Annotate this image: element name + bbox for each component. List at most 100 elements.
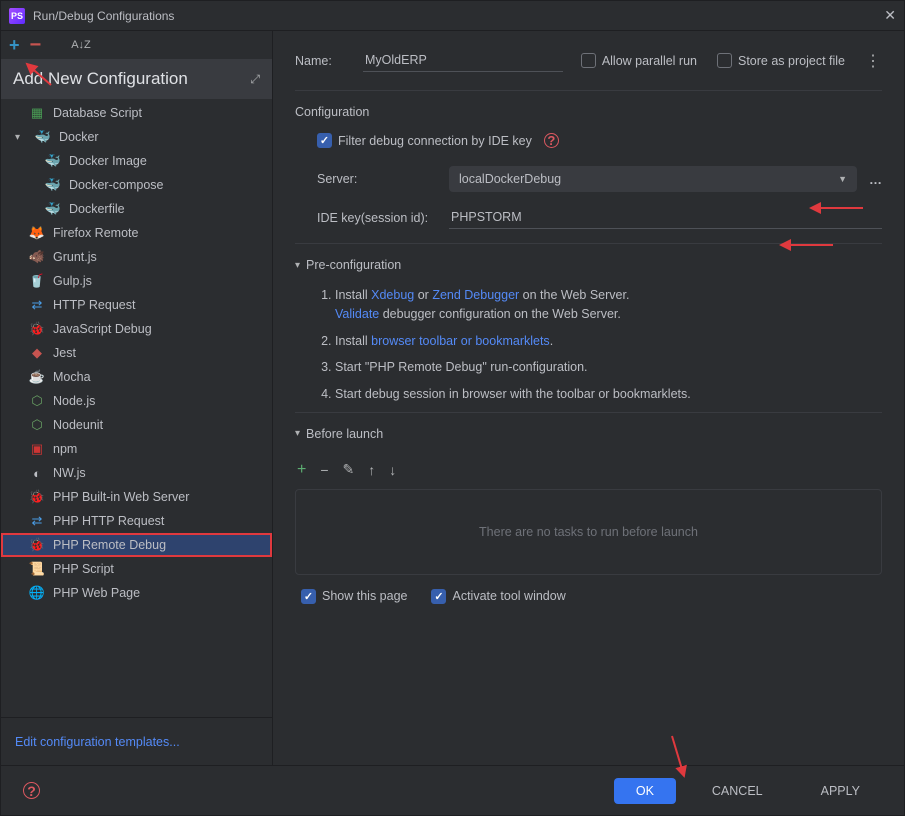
tree-item-php-http-request[interactable]: ⇄PHP HTTP Request: [1, 509, 272, 533]
tree-item-javascript-debug[interactable]: 🐞JavaScript Debug: [1, 317, 272, 341]
tree-item-php-web-page[interactable]: 🌐PHP Web Page: [1, 581, 272, 605]
tree-item-docker[interactable]: ▾🐳Docker: [1, 125, 272, 149]
footer: ? OK CANCEL APPLY: [1, 765, 904, 815]
show-page-checkbox[interactable]: Show this page: [301, 589, 407, 604]
checkbox-icon: [581, 53, 596, 68]
preconfig-title[interactable]: ▾ Pre-configuration: [295, 258, 882, 272]
toolbar-link[interactable]: browser toolbar or bookmarklets: [371, 334, 550, 348]
section-title: Configuration: [295, 105, 882, 119]
configuration-section: Configuration Filter debug connection by…: [295, 90, 882, 229]
tree-item-http-request[interactable]: ⇄HTTP Request: [1, 293, 272, 317]
tree-item-firefox-remote[interactable]: 🦊Firefox Remote: [1, 221, 272, 245]
server-label: Server:: [317, 172, 437, 186]
remove-config-button[interactable]: −: [30, 40, 42, 50]
tree-item-label: Grunt.js: [53, 250, 97, 264]
name-field[interactable]: [363, 49, 563, 72]
tree-item-php-built-in-web-server[interactable]: 🐞PHP Built-in Web Server: [1, 485, 272, 509]
help-button[interactable]: ?: [23, 782, 40, 799]
remove-task-button[interactable]: −: [320, 462, 328, 478]
move-up-button[interactable]: ↑: [368, 462, 375, 478]
before-launch-section: ▾ Before launch + − ✎ ↑ ↓ There are no t…: [295, 412, 882, 604]
edit-task-button[interactable]: ✎: [343, 461, 355, 478]
add-new-banner: Add New Configuration ⤢: [1, 59, 272, 99]
zend-link[interactable]: Zend Debugger: [432, 288, 519, 302]
titlebar: PS Run/Debug Configurations ✕: [1, 1, 904, 31]
tree-item-nodeunit[interactable]: ⬡Nodeunit: [1, 413, 272, 437]
allow-parallel-label: Allow parallel run: [602, 54, 697, 68]
tree-item-label: NW.js: [53, 466, 86, 480]
preconfig-section: ▾ Pre-configuration Install Xdebug or Ze…: [295, 243, 882, 404]
tree-item-php-remote-debug[interactable]: 🐞PHP Remote Debug: [1, 533, 272, 557]
ok-button[interactable]: OK: [614, 778, 676, 804]
phpstorm-icon: PS: [9, 8, 25, 24]
tree-item-label: npm: [53, 442, 77, 456]
tree-item-label: Dockerfile: [69, 202, 125, 216]
right-panel: Name: Allow parallel run Store as projec…: [273, 31, 904, 765]
close-icon[interactable]: ✕: [884, 7, 896, 24]
tree-item-label: Nodeunit: [53, 418, 103, 432]
tree-item-gulp-js[interactable]: 🥤Gulp.js: [1, 269, 272, 293]
cancel-button[interactable]: CANCEL: [690, 778, 785, 804]
server-select[interactable]: localDockerDebug ▼: [449, 166, 857, 192]
tree-item-database-script[interactable]: ▦Database Script: [1, 101, 272, 125]
checkbox-checked-icon: [317, 133, 332, 148]
tree-item-label: Docker Image: [69, 154, 147, 168]
checkbox-checked-icon: [431, 589, 446, 604]
tree-item-label: PHP Script: [53, 562, 114, 576]
tree-item-label: PHP Remote Debug: [53, 538, 166, 552]
checkbox-icon: [717, 53, 732, 68]
add-task-button[interactable]: +: [297, 461, 306, 479]
tree-item-docker-compose[interactable]: 🐳Docker-compose: [1, 173, 272, 197]
tree-item-label: Mocha: [53, 370, 91, 384]
tree-item-dockerfile[interactable]: 🐳Dockerfile: [1, 197, 272, 221]
sort-button[interactable]: A↓Z: [71, 39, 91, 51]
tree-item-php-script[interactable]: 📜PHP Script: [1, 557, 272, 581]
collapse-icon[interactable]: ⤢: [250, 72, 260, 87]
bottom-link-area: Edit configuration templates...: [1, 717, 272, 765]
tree-item-mocha[interactable]: ☕Mocha: [1, 365, 272, 389]
activate-tool-checkbox[interactable]: Activate tool window: [431, 589, 565, 604]
tree-item-grunt-js[interactable]: 🐗Grunt.js: [1, 245, 272, 269]
tree-item-label: PHP Web Page: [53, 586, 140, 600]
tree-item-label: Jest: [53, 346, 76, 360]
checkbox-checked-icon: [301, 589, 316, 604]
tree-item-label: PHP HTTP Request: [53, 514, 164, 528]
server-browse-button[interactable]: …: [869, 172, 882, 187]
name-label: Name:: [295, 54, 345, 68]
filter-debug-checkbox[interactable]: Filter debug connection by IDE key ?: [317, 133, 882, 148]
store-project-checkbox[interactable]: Store as project file: [717, 53, 845, 68]
before-launch-title[interactable]: ▾ Before launch: [295, 427, 882, 441]
more-options-button[interactable]: ⋮: [865, 51, 882, 71]
chevron-down-icon: ▾: [295, 260, 300, 271]
chevron-down-icon: ▼: [838, 174, 847, 184]
filter-debug-label: Filter debug connection by IDE key: [338, 134, 532, 148]
tree-item-label: Gulp.js: [53, 274, 92, 288]
tasks-empty: There are no tasks to run before launch: [295, 489, 882, 575]
xdebug-link[interactable]: Xdebug: [371, 288, 414, 302]
preconfig-step-1: Install Xdebug or Zend Debugger on the W…: [335, 286, 882, 324]
tree-item-label: Docker: [59, 130, 99, 144]
server-value: localDockerDebug: [459, 172, 561, 186]
tree-item-docker-image[interactable]: 🐳Docker Image: [1, 149, 272, 173]
tree-item-label: PHP Built-in Web Server: [53, 490, 189, 504]
tree-item-label: Docker-compose: [69, 178, 163, 192]
validate-link[interactable]: Validate: [335, 307, 379, 321]
help-icon[interactable]: ?: [544, 133, 559, 148]
allow-parallel-checkbox[interactable]: Allow parallel run: [581, 53, 697, 68]
apply-button[interactable]: APPLY: [799, 778, 882, 804]
preconfig-step-3: Start "PHP Remote Debug" run-configurati…: [335, 358, 882, 377]
move-down-button[interactable]: ↓: [389, 462, 396, 478]
left-panel: + − A↓Z Add New Configuration ⤢ ▦Databas…: [1, 31, 273, 765]
tree-item-node-js[interactable]: ⬡Node.js: [1, 389, 272, 413]
edit-templates-link[interactable]: Edit configuration templates...: [15, 735, 180, 749]
tree-item-jest[interactable]: ◆Jest: [1, 341, 272, 365]
ide-key-field[interactable]: [449, 206, 882, 229]
tree-item-label: Node.js: [53, 394, 95, 408]
tree-item-label: Firefox Remote: [53, 226, 138, 240]
chevron-down-icon: ▾: [295, 428, 300, 439]
add-config-button[interactable]: +: [9, 35, 20, 56]
tree-item-npm[interactable]: ▣npm: [1, 437, 272, 461]
tree-item-nw-js[interactable]: ◐NW.js: [1, 461, 272, 485]
config-tree: ▦Database Script▾🐳Docker🐳Docker Image🐳Do…: [1, 99, 272, 717]
store-project-label: Store as project file: [738, 54, 845, 68]
